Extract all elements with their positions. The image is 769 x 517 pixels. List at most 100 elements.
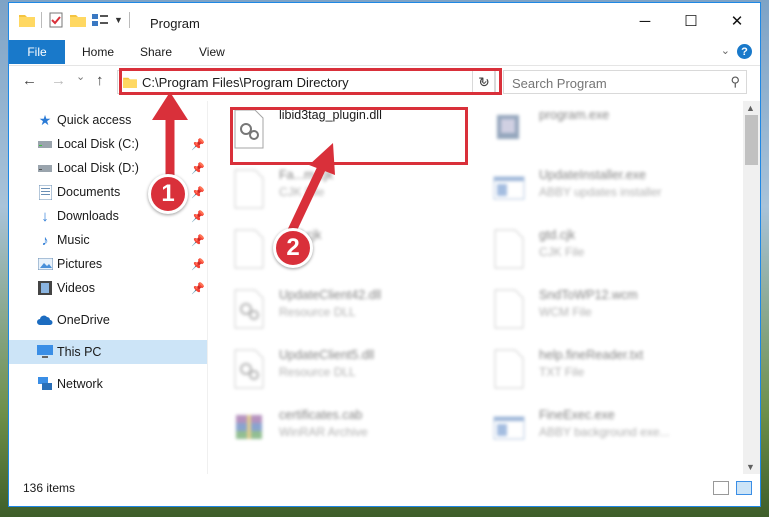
tab-view[interactable]: View	[199, 40, 225, 64]
vertical-scrollbar[interactable]: ▲ ▼	[743, 101, 760, 474]
large-icons-view-icon[interactable]	[736, 481, 752, 495]
file-item[interactable]: gtd.cjk CJK File	[483, 221, 723, 277]
sidebar-item-label: Local Disk (D:)	[57, 161, 139, 175]
search-input[interactable]	[510, 72, 714, 94]
exe-window-icon	[493, 176, 525, 200]
customize-view-icon[interactable]	[92, 13, 108, 27]
details-view-icon[interactable]	[713, 481, 729, 495]
search-box[interactable]: ⚲	[503, 70, 747, 94]
sidebar-item-label: Music	[57, 233, 90, 247]
file-type: Resource DLL	[279, 365, 356, 379]
up-button[interactable]: ↑	[96, 72, 104, 89]
computer-icon	[37, 344, 53, 360]
dll-gear-icon	[234, 289, 264, 329]
sidebar-item-music[interactable]: ♪ Music 📌	[9, 228, 207, 252]
file-type: WCM File	[539, 305, 592, 319]
dll-gear-icon	[234, 349, 264, 389]
file-item[interactable]: UpdateClient5.dll Resource DLL	[223, 341, 463, 397]
cloud-icon	[37, 312, 53, 328]
pane-divider[interactable]	[207, 101, 208, 474]
videos-icon	[37, 280, 53, 296]
file-name: program.exe	[539, 108, 610, 122]
sidebar-item-label: Videos	[57, 281, 95, 295]
file-type: ABBY updates installer	[539, 185, 662, 199]
step-1-badge: 1	[148, 174, 188, 214]
music-icon: ♪	[41, 232, 49, 248]
search-icon[interactable]: ⚲	[730, 74, 740, 90]
pin-icon: 📌	[191, 210, 205, 223]
explorer-window: ▼ Program ─ ☐ ✕ File Home Share View ⌄ ?…	[8, 2, 761, 507]
ribbon-tabs: File Home Share View ⌄ ?	[9, 40, 760, 64]
file-item-program-exe[interactable]: program.exe	[483, 101, 723, 157]
pin-icon: 📌	[191, 234, 205, 247]
file-name: FineExec.exe	[539, 408, 615, 422]
scroll-up-icon[interactable]: ▲	[746, 103, 755, 113]
sidebar-item-this-pc[interactable]: This PC	[9, 340, 207, 364]
close-button[interactable]: ✕	[714, 3, 760, 39]
file-type: Resource DLL	[279, 305, 356, 319]
title-bar: ▼ Program ─ ☐ ✕	[9, 3, 760, 39]
toolbar-divider	[41, 12, 42, 28]
file-type: ABBY background exe...	[539, 425, 670, 439]
status-bar: 136 items	[9, 472, 760, 506]
sidebar-item-label: Downloads	[57, 209, 119, 223]
file-item[interactable]: UpdateClient42.dll Resource DLL	[223, 281, 463, 337]
file-name: UpdateInstaller.exe	[539, 168, 647, 182]
chevron-down-icon[interactable]: ⌄	[721, 44, 730, 57]
tab-file[interactable]: File	[9, 40, 65, 64]
pictures-icon	[37, 256, 53, 272]
documents-icon	[37, 184, 53, 200]
file-name: help.fineReader.txt	[539, 348, 644, 362]
sidebar-item-label: Pictures	[57, 257, 103, 271]
qat-dropdown-icon[interactable]: ▼	[114, 15, 123, 25]
file-type: WinRAR Archive	[279, 425, 368, 439]
sidebar-item-label: Documents	[57, 185, 121, 199]
back-button[interactable]: ←	[22, 72, 37, 89]
tab-share[interactable]: Share	[140, 40, 172, 64]
file-item[interactable]: FineExec.exe ABBY background exe...	[483, 401, 723, 457]
sidebar-item-onedrive[interactable]: OneDrive	[9, 308, 207, 332]
file-item[interactable]: certificates.cab WinRAR Archive	[223, 401, 463, 457]
properties-icon[interactable]	[48, 12, 64, 28]
file-name: gtd.cjk	[539, 228, 576, 242]
toolbar-divider	[128, 12, 130, 28]
file-item[interactable]: UpdateInstaller.exe ABBY updates install…	[483, 161, 723, 217]
blank-file-icon	[494, 229, 524, 269]
network-icon	[37, 376, 53, 392]
archive-icon	[236, 415, 262, 439]
exe-icon	[497, 115, 519, 139]
drive-icon	[37, 160, 53, 176]
new-folder-icon[interactable]	[70, 13, 86, 27]
exe-window-icon	[493, 416, 525, 440]
file-item[interactable]: SndToWP12.wcm WCM File	[483, 281, 723, 337]
pin-icon: 📌	[191, 258, 205, 271]
sidebar-item-label: This PC	[57, 345, 102, 359]
sidebar-item-label: Local Disk (C:)	[57, 137, 139, 151]
folder-icon	[19, 15, 35, 27]
file-name: SndToWP12.wcm	[539, 288, 638, 302]
help-icon[interactable]: ?	[737, 44, 752, 59]
blank-file-icon	[234, 169, 264, 209]
item-count: 136 items	[23, 481, 76, 495]
recent-locations-button[interactable]: ⌄	[76, 70, 85, 83]
file-type: TXT File	[539, 365, 585, 379]
blank-file-icon	[494, 289, 524, 329]
sidebar-item-videos[interactable]: Videos 📌	[9, 276, 207, 300]
window-title: Program	[150, 16, 200, 31]
drive-icon	[37, 136, 53, 152]
scrollbar-thumb[interactable]	[745, 115, 758, 165]
sidebar-item-pictures[interactable]: Pictures 📌	[9, 252, 207, 276]
minimize-button[interactable]: ─	[622, 3, 668, 39]
download-icon: ↓	[41, 207, 49, 225]
sidebar-item-label: Network	[57, 377, 103, 391]
star-icon: ★	[38, 111, 52, 128]
sidebar-item-network[interactable]: Network	[9, 372, 207, 396]
maximize-button[interactable]: ☐	[668, 3, 714, 39]
file-item[interactable]: help.fineReader.txt TXT File	[483, 341, 723, 397]
file-name: UpdateClient42.dll	[279, 288, 382, 302]
scroll-down-icon[interactable]: ▼	[746, 462, 755, 472]
forward-button[interactable]: →	[51, 72, 66, 89]
tab-home[interactable]: Home	[82, 40, 114, 64]
blank-file-icon	[234, 229, 264, 269]
file-name: UpdateClient5.dll	[279, 348, 375, 362]
